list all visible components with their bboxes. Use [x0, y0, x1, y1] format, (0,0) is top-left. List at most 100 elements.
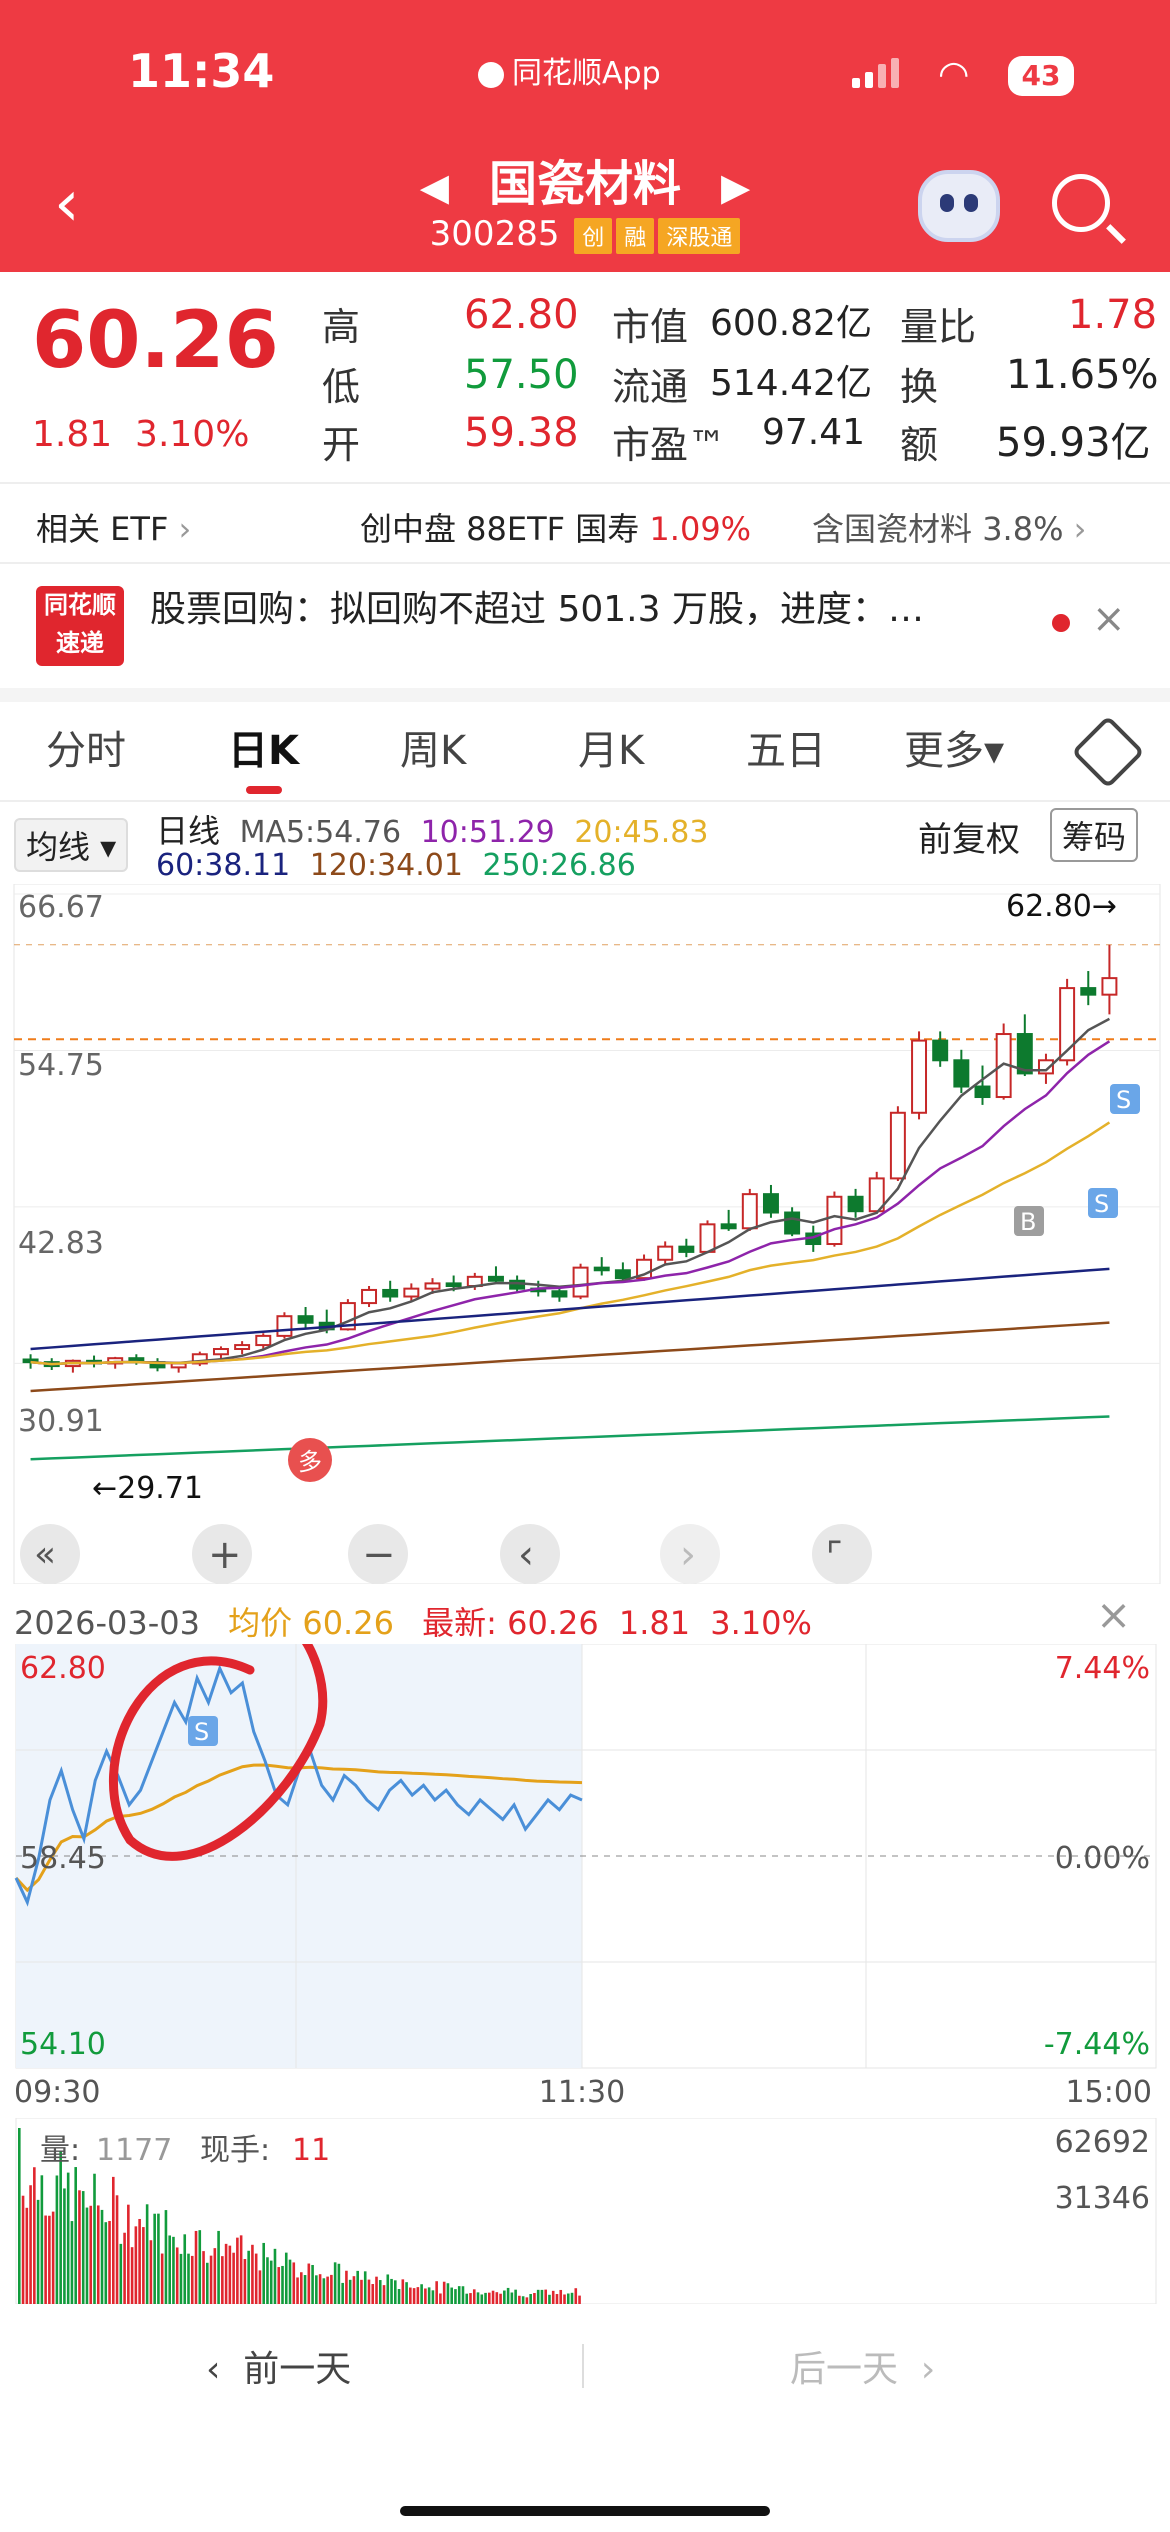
- volume-bar: [472, 2289, 476, 2304]
- volume-bar: [296, 2277, 299, 2304]
- volume-bar: [221, 2256, 224, 2304]
- label-pe: 市盈™: [612, 423, 727, 467]
- volume-bar: [93, 2173, 96, 2304]
- volume-bar: [277, 2267, 281, 2304]
- status-app-name: 同花顺App: [478, 48, 661, 92]
- volume-bar: [318, 2274, 322, 2304]
- news-logo-bottom: 速递: [56, 629, 104, 657]
- volume-bar: [157, 2213, 160, 2304]
- volume-bar: [488, 2292, 491, 2304]
- prev-stock-icon[interactable]: ◀: [420, 165, 449, 209]
- volume-bar: [397, 2289, 401, 2304]
- assistant-robot-icon[interactable]: [918, 170, 1000, 242]
- kline-chart[interactable]: 66.67 54.75 42.83 30.91 62.80→ ←29.71 多 …: [0, 884, 1170, 1584]
- volume-bar: [461, 2286, 465, 2304]
- etf-holding[interactable]: 含国瓷材料 3.8% ›: [812, 504, 1086, 550]
- k-candle: [741, 1193, 758, 1230]
- volume-bar: [213, 2248, 217, 2304]
- k-candle: [657, 1245, 674, 1261]
- s-badge-1-text: S: [1094, 1190, 1109, 1218]
- label-high: 高: [322, 305, 361, 349]
- search-icon[interactable]: [1052, 174, 1110, 232]
- k-candle: [953, 1059, 970, 1088]
- tab-more[interactable]: 更多▾: [904, 718, 1004, 776]
- value-turnover: 11.65%: [1006, 352, 1159, 398]
- chips-button[interactable]: 筹码: [1050, 808, 1139, 862]
- adjust-mode[interactable]: 前复权: [918, 812, 1020, 861]
- value-pe: 97.41: [762, 412, 866, 453]
- volume-bar: [525, 2297, 529, 2304]
- volume-bar: [112, 2176, 115, 2304]
- prev-day-button[interactable]: ‹ 前一天: [206, 2340, 351, 2392]
- volume-bar: [33, 2167, 36, 2304]
- volume-bar: [536, 2289, 540, 2304]
- volume-bar: [284, 2252, 288, 2304]
- volume-bar: [149, 2240, 153, 2304]
- label-open: 开: [322, 423, 361, 467]
- volume-bar: [123, 2232, 126, 2304]
- etf-item[interactable]: 创中盘 88ETF 国寿 1.09%: [360, 504, 751, 550]
- volume-bar: [40, 2175, 44, 2304]
- tab-zhouk[interactable]: 周K: [400, 718, 466, 776]
- ma-selector[interactable]: 均线 ▾: [14, 818, 129, 872]
- k-candle: [614, 1269, 631, 1280]
- volume-bar: [394, 2280, 397, 2304]
- close-intraday-icon[interactable]: ×: [1096, 1590, 1131, 1639]
- volume-bar: [138, 2218, 141, 2304]
- volume-bar: [427, 2287, 431, 2304]
- k-ylabel-1: 54.75: [18, 1048, 104, 1083]
- line-type: 日线: [156, 812, 221, 850]
- value-open: 59.38: [464, 410, 579, 456]
- etf-link[interactable]: 相关 ETF ›: [36, 504, 191, 550]
- next-day-button[interactable]: 后一天 ›: [790, 2340, 935, 2392]
- k-candle: [255, 1334, 272, 1347]
- settings-hex-icon[interactable]: [1071, 715, 1145, 789]
- section-gap: [0, 688, 1170, 702]
- volume-bar: [533, 2293, 536, 2304]
- intraday-chart[interactable]: 62.80 58.45 54.10 7.44% 0.00% -7.44% S 0…: [0, 1644, 1170, 2104]
- volume-bar: [555, 2294, 559, 2304]
- divider: [0, 562, 1170, 564]
- tab-rik[interactable]: 日K: [228, 718, 299, 776]
- b-badge-text: B: [1020, 1208, 1036, 1236]
- value-low: 57.50: [464, 352, 579, 398]
- volume-bar: [371, 2284, 375, 2304]
- volume-bar: [435, 2281, 438, 2304]
- volume-bar: [179, 2253, 183, 2304]
- ma10-value: 10:51.29: [420, 815, 555, 850]
- tab-yuek[interactable]: 月K: [578, 718, 644, 776]
- volume-bar: [108, 2220, 111, 2304]
- volume-bar: [390, 2278, 393, 2304]
- latest-value: 60.26: [507, 1604, 599, 1642]
- volume-bar: [506, 2287, 510, 2304]
- change-abs: 1.81: [32, 414, 113, 455]
- i-yleft-1: 58.45: [20, 1841, 106, 1876]
- volume-bar: [85, 2207, 89, 2304]
- value-vol-ratio: 1.78: [1068, 292, 1158, 338]
- close-icon[interactable]: ×: [1092, 596, 1126, 642]
- volume-bar: [450, 2287, 453, 2304]
- etf-name: 创中盘 88ETF 国寿: [360, 510, 640, 548]
- s-badge-2-text: S: [1116, 1086, 1131, 1114]
- avg-value: 60.26: [302, 1604, 394, 1642]
- tag-sgt: 深股通: [658, 217, 741, 254]
- tab-wuri[interactable]: 五日: [746, 718, 826, 776]
- volume-bar: [168, 2235, 171, 2304]
- hand-value: 11: [292, 2133, 330, 2168]
- vol-value: 1177: [96, 2133, 172, 2168]
- news-ticker[interactable]: 股票回购：拟回购不超过 501.3 万股，进度：…: [150, 580, 924, 632]
- ma-row-1: 日线 MA5:54.76 10:51.29 20:45.83: [156, 806, 708, 852]
- volume-bar: [442, 2281, 446, 2304]
- divider: [0, 482, 1170, 484]
- volume-bar: [194, 2230, 198, 2304]
- stock-title: 国瓷材料: [488, 156, 681, 212]
- hand-label: 现手:: [200, 2133, 270, 2168]
- next-stock-icon[interactable]: ▶: [721, 165, 750, 209]
- volume-bar: [55, 2175, 59, 2304]
- i-yright-0: 7.44%: [1055, 1651, 1150, 1686]
- tab-fenshi[interactable]: 分时: [46, 718, 126, 776]
- volume-bar: [130, 2247, 134, 2304]
- etf-label: 相关 ETF: [36, 510, 169, 548]
- volume-bar: [495, 2292, 499, 2304]
- chevron-right-icon: ›: [178, 510, 192, 548]
